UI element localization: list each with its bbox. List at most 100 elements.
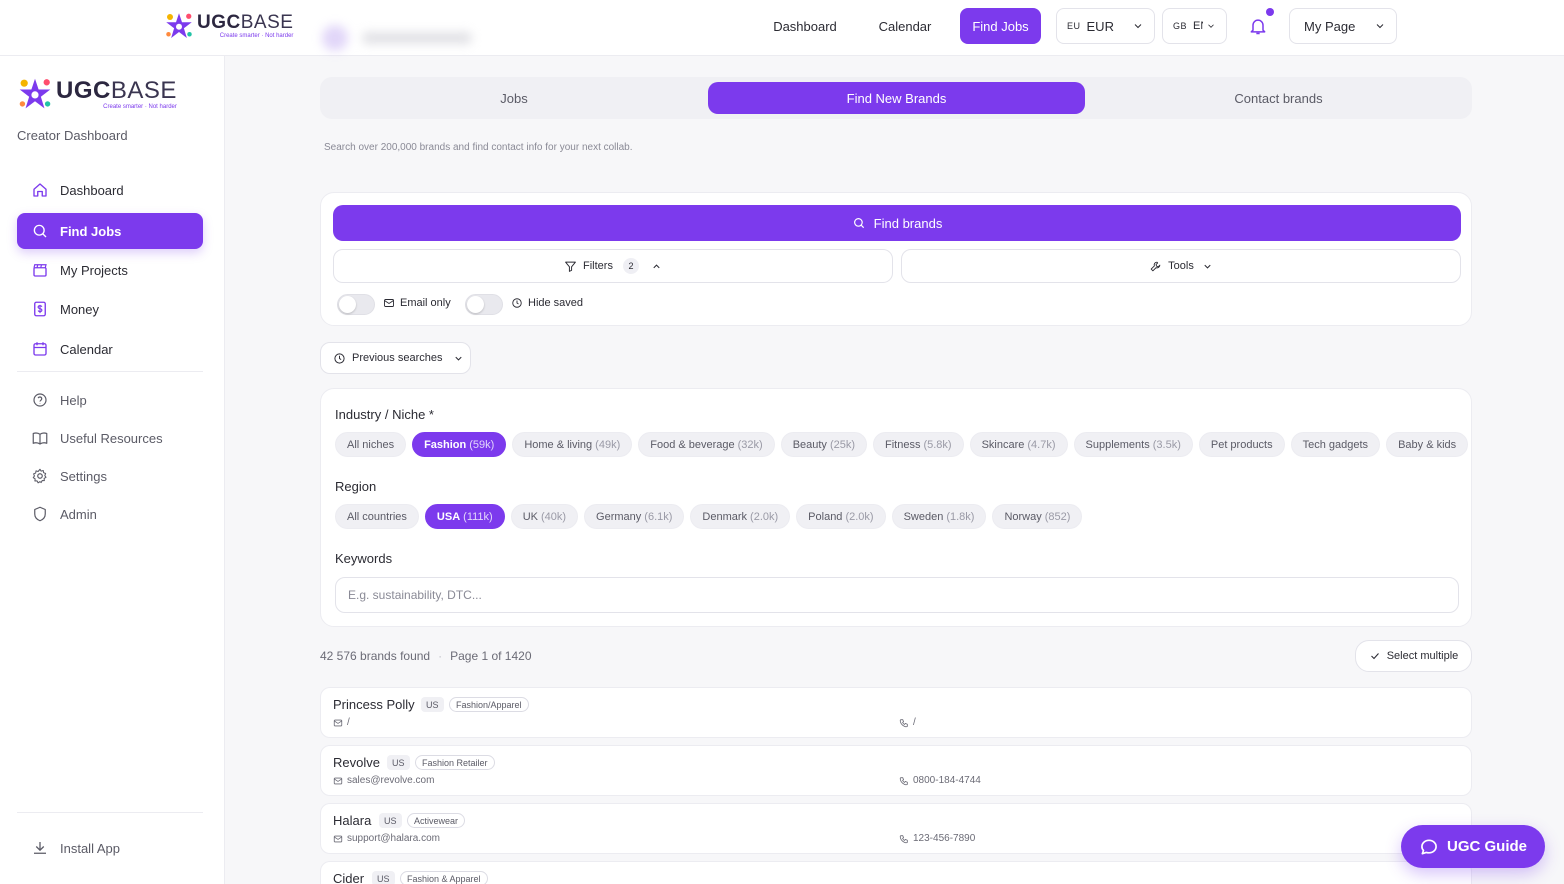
- sidebar-item-settings[interactable]: Settings: [17, 458, 203, 494]
- region-chip[interactable]: Norway (852): [992, 504, 1083, 529]
- sidebar-item-find-jobs[interactable]: Find Jobs: [17, 213, 203, 249]
- sidebar-item-label: Find Jobs: [60, 223, 122, 239]
- calendar-icon: [33, 342, 47, 356]
- sidebar-subtitle: Creator Dashboard: [17, 128, 128, 143]
- chip-count: (40k): [540, 510, 567, 523]
- chip-label: Sweden: [903, 510, 944, 523]
- page-subtitle: Search over 200,000 brands and find cont…: [324, 142, 633, 153]
- region-chip[interactable]: USA (111k): [424, 504, 505, 529]
- industry-chip[interactable]: Food & beverage (32k): [638, 432, 775, 457]
- my-page-menu[interactable]: My Page: [1289, 8, 1397, 44]
- industry-chip[interactable]: All niches: [335, 432, 407, 457]
- email-only-toggle[interactable]: [337, 294, 375, 315]
- select-multiple-label: Select multiple: [1386, 650, 1459, 662]
- topnav-calendar[interactable]: Calendar: [866, 8, 944, 44]
- category-tag: Fashion & Apparel: [400, 871, 488, 884]
- industry-chip[interactable]: Baby & kids: [1386, 432, 1469, 457]
- tools-button[interactable]: Tools: [901, 249, 1461, 283]
- sidebar-item-my-projects[interactable]: My Projects: [17, 252, 203, 288]
- sidebar-item-dashboard[interactable]: Dashboard: [17, 172, 203, 208]
- previous-searches-button[interactable]: Previous searches: [320, 342, 471, 374]
- currency-select[interactable]: EU EUR: [1056, 8, 1155, 44]
- industry-chip[interactable]: Fitness (5.8k): [873, 432, 964, 457]
- industry-chip[interactable]: Home & living (49k): [512, 432, 633, 457]
- logo-light: BASE: [110, 76, 177, 104]
- category-tag: Activewear: [407, 813, 466, 828]
- industry-chip[interactable]: Skincare (4.7k): [969, 432, 1068, 457]
- help-icon: [33, 393, 47, 407]
- sidebar-item-calendar[interactable]: Calendar: [17, 331, 203, 367]
- tab-jobs[interactable]: Jobs: [325, 82, 703, 114]
- region-chip[interactable]: Poland (2.0k): [796, 504, 886, 529]
- brand-phone[interactable]: 123-456-7890: [899, 833, 975, 844]
- brand-email[interactable]: /: [333, 717, 350, 728]
- brand-row[interactable]: Princess Polly US Fashion/Apparel / /: [320, 687, 1472, 738]
- sidebar-item-label: Dashboard: [60, 182, 124, 198]
- industry-chip[interactable]: Tech gadgets: [1290, 432, 1381, 457]
- chip-count: (1.8k): [946, 510, 975, 523]
- industry-label: Industry / Niche *: [335, 407, 434, 422]
- region-chip[interactable]: UK (40k): [510, 504, 579, 529]
- chip-count: (25k): [829, 438, 855, 451]
- region-chip[interactable]: Denmark (2.0k): [690, 504, 791, 529]
- country-tag: US: [379, 813, 402, 828]
- shield-icon: [34, 506, 46, 522]
- industry-chip[interactable]: Beauty (25k): [780, 432, 867, 457]
- region-chip[interactable]: All countries: [335, 504, 419, 529]
- sidebar-item-useful-resources[interactable]: Useful Resources: [17, 420, 203, 456]
- keywords-input[interactable]: [335, 577, 1459, 613]
- tab-find-new-brands[interactable]: Find New Brands: [708, 82, 1085, 114]
- sidebar-item-admin[interactable]: Admin: [17, 496, 203, 532]
- chip-label: Fashion: [424, 438, 467, 451]
- keywords-label: Keywords: [335, 551, 393, 566]
- industry-chip[interactable]: Fashion (59k): [412, 432, 507, 457]
- tab-contact-brands[interactable]: Contact brands: [1090, 82, 1467, 114]
- topnav-dashboard[interactable]: Dashboard: [760, 8, 850, 44]
- brand-email[interactable]: sales@revolve.com: [333, 775, 434, 786]
- bell-icon[interactable]: [1248, 16, 1268, 36]
- sidebar-logo[interactable]: UGCBASE Create smarter · Not harder: [17, 76, 177, 112]
- sidebar-item-label: Settings: [60, 468, 107, 484]
- phone-icon: [899, 718, 908, 727]
- sidebar-item-label: Admin: [60, 506, 97, 522]
- chevron-down-icon: [1204, 264, 1211, 269]
- brand-name: Cider: [333, 871, 365, 884]
- brand-email[interactable]: support@halara.com: [333, 833, 440, 844]
- filters-button[interactable]: Filters 2: [333, 249, 893, 283]
- top-logo[interactable]: UGCBASE Create smarter · Not harder: [164, 11, 293, 41]
- sidebar-item-help[interactable]: Help: [17, 382, 203, 418]
- select-multiple-button[interactable]: Select multiple: [1355, 640, 1472, 672]
- ugc-guide-button[interactable]: UGC Guide: [1401, 825, 1545, 868]
- results-count: 42 576 brands found: [320, 649, 431, 663]
- topnav-find-jobs[interactable]: Find Jobs: [960, 8, 1041, 44]
- chip-label: Pet products: [1210, 438, 1273, 451]
- industry-chip[interactable]: Pet products: [1198, 432, 1285, 457]
- sidebar-item-install-app[interactable]: Install App: [17, 830, 203, 866]
- chip-label: All niches: [347, 438, 395, 451]
- my-page-label: My Page: [1304, 18, 1356, 34]
- sidebar-item-label: Help: [60, 392, 87, 408]
- brand-phone[interactable]: /: [899, 717, 916, 728]
- chip-label: Germany: [596, 510, 642, 523]
- region-chip[interactable]: Germany (6.1k): [584, 504, 685, 529]
- brand-row[interactable]: Halara US Activewear support@halara.com 123-…: [320, 803, 1472, 854]
- industry-chip[interactable]: Supplements (3.5k): [1073, 432, 1193, 457]
- book-icon: [32, 432, 48, 445]
- industry-chips: All niches Fashion (59k) Home & living (49k)…: [335, 432, 1469, 457]
- ugc-guide-label: UGC Guide: [1446, 838, 1527, 855]
- sidebar-item-label: Calendar: [60, 341, 113, 357]
- region-chip[interactable]: Sweden (1.8k): [891, 504, 987, 529]
- chip-count: (852): [1044, 510, 1071, 523]
- tab-label: Find New Brands: [846, 90, 947, 106]
- chip-label: Fitness: [885, 438, 921, 451]
- separator-dot: ·: [438, 649, 443, 663]
- find-brands-button[interactable]: Find brands: [333, 205, 1461, 241]
- hide-saved-toggle[interactable]: [465, 294, 503, 315]
- brand-row[interactable]: Revolve US Fashion Retailer sales@revolve.c…: [320, 745, 1472, 796]
- sidebar-item-money[interactable]: Money: [17, 291, 203, 327]
- brand-name: Revolve: [333, 755, 380, 770]
- brand-phone[interactable]: 0800-184-4744: [899, 775, 981, 786]
- brand-row[interactable]: Cider US Fashion & Apparel: [320, 861, 1472, 884]
- language-select[interactable]: GB EN: [1162, 8, 1227, 44]
- category-tag: Fashion/Apparel: [449, 697, 529, 712]
